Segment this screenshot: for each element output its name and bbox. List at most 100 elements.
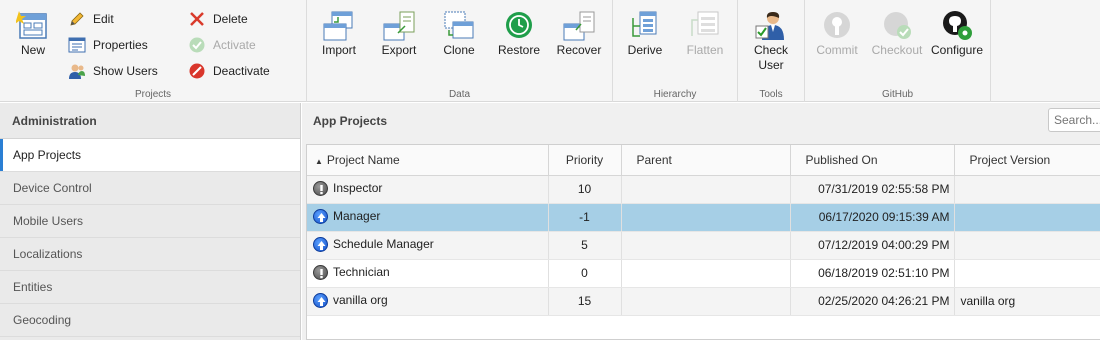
check-user-label-line2: User xyxy=(758,58,784,72)
cell-priority-text: 0 xyxy=(581,266,588,280)
table-row[interactable]: Inspector 10 07/31/2019 02:55:58 PM xyxy=(307,175,1100,204)
deactivate-label: Deactivate xyxy=(213,64,270,78)
export-label: Export xyxy=(381,43,417,57)
restore-label: Restore xyxy=(497,43,541,57)
check-user-button[interactable]: Check User xyxy=(740,6,802,80)
delete-x-icon xyxy=(190,12,204,26)
gray-exclamation-icon xyxy=(313,264,328,280)
search-input[interactable] xyxy=(1048,108,1100,132)
cell-project-version xyxy=(954,231,1100,260)
export-button[interactable]: Export xyxy=(368,6,430,80)
check-user-label-line1: Check xyxy=(753,43,788,57)
sidebar-item-mobile-users[interactable]: Mobile Users xyxy=(0,205,300,238)
column-header-project-version[interactable]: Project Version xyxy=(954,145,1100,176)
recover-label: Recover xyxy=(556,43,602,57)
projects-grid: ▲ Project Name Priority Parent Published … xyxy=(306,144,1100,340)
ribbon-group-tools: Check User Tools xyxy=(738,0,805,102)
derive-button[interactable]: Derive xyxy=(614,6,676,80)
commit-button[interactable]: Commit xyxy=(806,6,868,80)
properties-button[interactable]: Properties xyxy=(68,35,148,55)
cell-priority: 10 xyxy=(548,175,622,204)
activate-label: Activate xyxy=(213,38,256,52)
group-label-tools: Tools xyxy=(759,89,783,100)
cell-published-on-text: 06/18/2019 02:51:10 PM xyxy=(818,266,950,280)
group-label-hierarchy: Hierarchy xyxy=(653,89,697,100)
group-label-data: Data xyxy=(448,89,471,100)
main-panel: App Projects ▲Project Name Priority Pare… xyxy=(302,103,1100,340)
pencil-icon xyxy=(70,12,84,26)
edit-label: Edit xyxy=(93,12,114,26)
users-icon xyxy=(69,64,85,79)
cell-published-on-text: 07/31/2019 02:55:58 PM xyxy=(818,182,950,196)
activate-check-icon xyxy=(189,37,205,53)
delete-button[interactable]: Delete xyxy=(188,9,248,29)
github-checkout-icon xyxy=(884,12,911,39)
cell-parent xyxy=(621,175,791,204)
configure-button[interactable]: Configure xyxy=(926,6,988,80)
table-row[interactable]: Schedule Manager 5 07/12/2019 04:00:29 PM xyxy=(307,231,1100,260)
github-commit-icon xyxy=(824,12,850,38)
cell-parent xyxy=(621,259,791,288)
cell-priority-text: 10 xyxy=(577,182,592,196)
table-row[interactable]: Manager -1 06/17/2020 09:15:39 AM xyxy=(307,203,1100,232)
new-project-icon xyxy=(16,11,47,39)
cell-project-name: Schedule Manager xyxy=(307,231,549,260)
cell-parent xyxy=(621,287,791,316)
show-users-button[interactable]: Show Users xyxy=(68,61,158,81)
sidebar-item-localizations[interactable]: Localizations xyxy=(0,238,300,271)
cell-published-on: 07/31/2019 02:55:58 PM xyxy=(790,175,955,204)
clone-button[interactable]: Clone xyxy=(428,6,490,80)
checkout-button[interactable]: Checkout xyxy=(866,6,928,80)
ribbon-group-projects: New Edit Properties Show Users Delete Ac… xyxy=(0,0,307,102)
properties-label: Properties xyxy=(93,38,148,52)
cell-project-name-text: Schedule Manager xyxy=(333,237,434,252)
sidebar-item-geocoding[interactable]: Geocoding xyxy=(0,304,300,337)
restore-button[interactable]: Restore xyxy=(488,6,550,80)
import-button[interactable]: Import xyxy=(308,6,370,80)
cell-published-on: 07/12/2019 04:00:29 PM xyxy=(790,231,955,260)
ribbon-toolbar: New Edit Properties Show Users Delete Ac… xyxy=(0,0,1100,102)
column-header-project-name-label: Project Name xyxy=(326,152,400,167)
sidebar-item-entities[interactable]: Entities xyxy=(0,271,300,304)
cell-project-version xyxy=(954,175,1100,204)
column-header-project-name[interactable]: ▲ Project Name xyxy=(307,145,549,176)
cell-project-version: vanilla org xyxy=(954,287,1100,316)
deactivate-button[interactable]: Deactivate xyxy=(188,61,270,81)
sidebar-item-device-control[interactable]: Device Control xyxy=(0,172,300,205)
flatten-label: Flatten xyxy=(686,43,724,57)
table-row[interactable]: vanilla org 15 02/25/2020 04:26:21 PM vanil… xyxy=(307,287,1100,316)
cell-project-version xyxy=(954,259,1100,288)
ribbon-group-hierarchy: Derive Flatten Hierarchy xyxy=(613,0,738,102)
cell-project-name: Technician xyxy=(307,259,549,288)
cell-priority-text: 15 xyxy=(577,294,592,308)
cell-project-name: vanilla org xyxy=(307,287,549,316)
cell-project-name-text: Inspector xyxy=(333,181,383,196)
cell-priority-text: 5 xyxy=(581,238,588,252)
cell-priority: 5 xyxy=(548,231,622,260)
column-header-published-on[interactable]: Published On xyxy=(790,145,955,176)
column-header-parent[interactable]: Parent xyxy=(621,145,791,176)
page-title: App Projects xyxy=(313,114,388,128)
properties-icon xyxy=(68,37,86,53)
new-button[interactable]: New xyxy=(2,6,64,80)
cell-project-name: Inspector xyxy=(307,175,549,204)
recover-icon xyxy=(563,11,595,41)
sidebar-item-app-projects[interactable]: App Projects xyxy=(0,139,300,172)
cell-published-on-text: 07/12/2019 04:00:29 PM xyxy=(818,238,950,252)
recover-button[interactable]: Recover xyxy=(548,6,610,80)
cell-published-on-text: 02/25/2020 04:26:21 PM xyxy=(818,294,950,308)
gray-exclamation-icon xyxy=(313,180,328,196)
configure-label: Configure xyxy=(930,43,984,57)
group-label-projects: Projects xyxy=(134,89,172,100)
sort-ascending-icon: ▲ xyxy=(315,156,323,166)
flatten-button[interactable]: Flatten xyxy=(674,6,736,80)
export-icon xyxy=(383,11,415,41)
edit-button[interactable]: Edit xyxy=(68,9,114,29)
table-row[interactable]: Technician 0 06/18/2019 02:51:10 PM xyxy=(307,259,1100,288)
blue-up-arrow-icon xyxy=(313,292,328,308)
cell-priority: -1 xyxy=(548,203,622,232)
column-header-priority[interactable]: Priority xyxy=(548,145,622,176)
activate-button[interactable]: Activate xyxy=(188,35,256,55)
derive-label: Derive xyxy=(627,43,663,57)
clone-icon xyxy=(444,11,474,39)
